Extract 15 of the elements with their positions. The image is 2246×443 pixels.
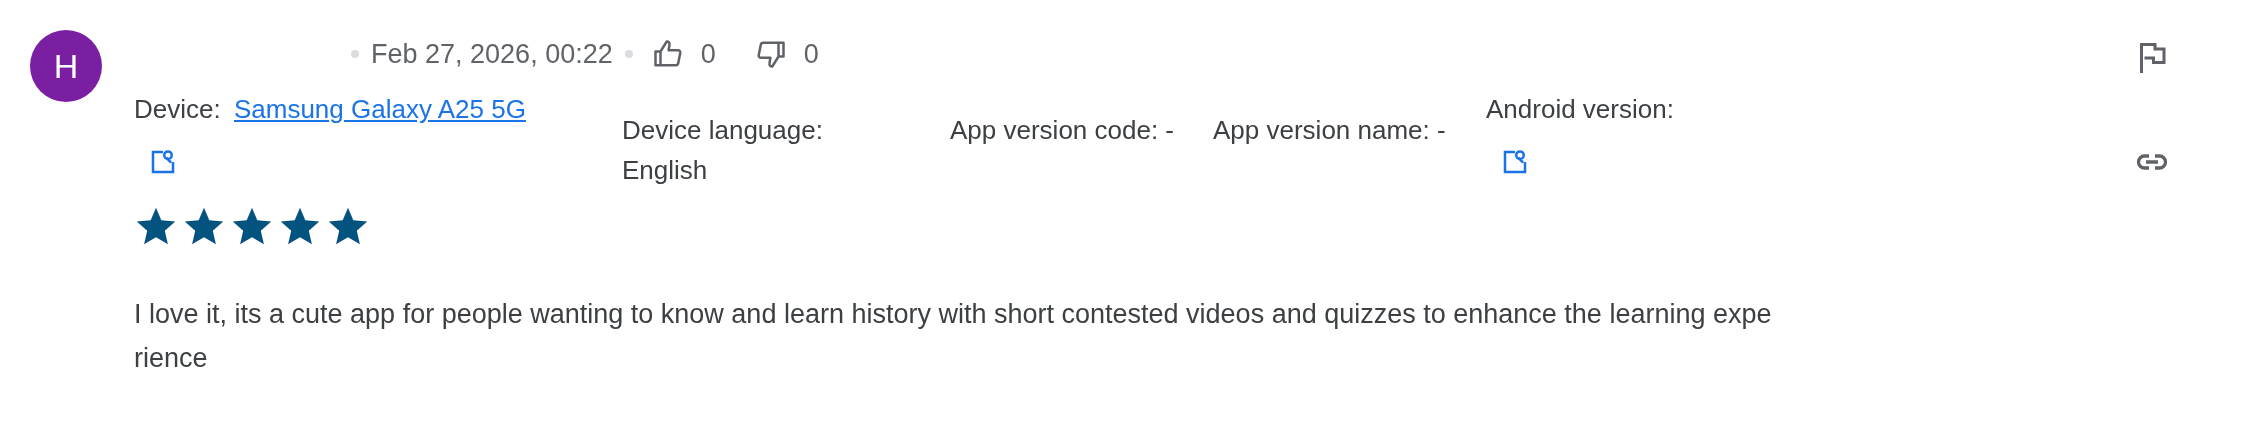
like-count: 0 [700, 38, 716, 70]
detail-text: App version code: - [950, 114, 1175, 147]
thumbs-up-icon[interactable] [652, 39, 683, 69]
separator-dot [351, 50, 359, 58]
separator-dot [624, 50, 633, 58]
detail-text: App version name: - [1213, 114, 1447, 147]
detail-label: Device: [134, 94, 221, 124]
thumbs-down-icon[interactable] [755, 39, 786, 69]
avatar: H [30, 30, 102, 102]
review-text: I love it, its a cute app for people wanting to know and learn history with short contested videos and quizzes to enhance the learning experience [134, 298, 1773, 375]
review-date: Feb 27, 2026, 00:22 [371, 38, 613, 70]
dislike-count: 0 [803, 38, 819, 70]
detail-text: Device language: English [622, 114, 824, 187]
detail-label: Android version: [1486, 94, 1674, 124]
device-link[interactable]: Samsung Galaxy A25 5G [233, 94, 526, 124]
